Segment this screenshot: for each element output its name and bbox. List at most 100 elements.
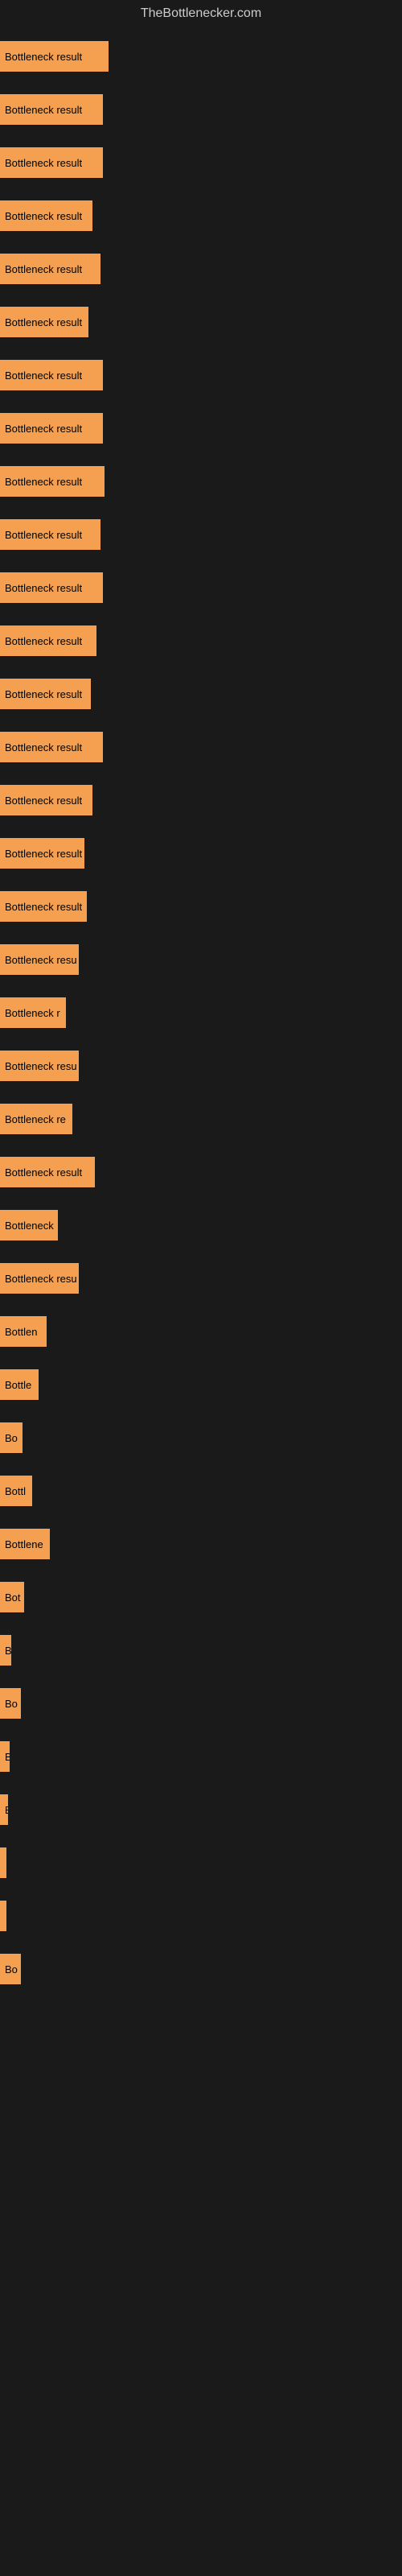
bar-gap (0, 980, 402, 992)
bar-row: Bottleneck result (0, 354, 402, 396)
bar-row (0, 1842, 402, 1884)
bar-gap (0, 1140, 402, 1151)
bar-row: Bottleneck result (0, 567, 402, 609)
bar-label: Bottleneck result (5, 316, 82, 328)
bottleneck-bar: Bottleneck result (0, 1157, 95, 1187)
bar-label: Bottleneck resu (5, 1273, 77, 1285)
bar-row: Bottleneck re (0, 1098, 402, 1140)
bottleneck-bar: Bottleneck result (0, 519, 100, 550)
bar-label: Bottleneck result (5, 369, 82, 382)
bottleneck-bar: Bottleneck result (0, 413, 103, 444)
bar-gap (0, 1884, 402, 1895)
bar-row: Bottleneck resu (0, 1257, 402, 1299)
bar-gap (0, 1618, 402, 1629)
bar-gap (0, 237, 402, 248)
bar-gap (0, 1193, 402, 1204)
bar-label: Bot (5, 1591, 21, 1604)
bar-row: Bottleneck resu (0, 1045, 402, 1087)
bar-gap (0, 555, 402, 567)
bar-gap (0, 290, 402, 301)
bottleneck-bar: Bottl (0, 1476, 32, 1506)
bottleneck-bar: B (0, 1635, 11, 1666)
bar-label: Bottleneck result (5, 741, 82, 753)
bar-row: Bottleneck result (0, 832, 402, 874)
bar-row: Bottleneck (0, 1204, 402, 1246)
bar-gap (0, 343, 402, 354)
bottleneck-bar: Bottlene (0, 1529, 50, 1559)
bar-gap (0, 1512, 402, 1523)
bar-gap (0, 1724, 402, 1736)
bar-gap (0, 927, 402, 939)
bottleneck-bar: Bo (0, 1688, 21, 1719)
bottleneck-bar: Bottleneck resu (0, 944, 79, 975)
bar-gap (0, 184, 402, 195)
bar-row: Bottlen (0, 1311, 402, 1352)
bottleneck-bar: Bottleneck result (0, 732, 103, 762)
bars-container: Bottleneck result Bottleneck result Bottle… (0, 27, 402, 2009)
bottleneck-bar: B (0, 1794, 8, 1825)
bottleneck-bar: Bottleneck result (0, 254, 100, 284)
bar-row: Bottleneck result (0, 673, 402, 715)
bar-row: B (0, 1629, 402, 1671)
bottleneck-bar: Bo (0, 1422, 23, 1453)
bottleneck-bar: Bottle (0, 1369, 39, 1400)
bar-row: Bottlene (0, 1523, 402, 1565)
bottleneck-bar (0, 1847, 6, 1878)
bar-gap (0, 130, 402, 142)
bar-gap (0, 662, 402, 673)
bar-row: Bo (0, 1682, 402, 1724)
bar-gap (0, 874, 402, 886)
bar-gap (0, 768, 402, 779)
bar-label: Bottleneck result (5, 635, 82, 647)
bottleneck-bar: Bottleneck (0, 1210, 58, 1241)
bar-gap (0, 1565, 402, 1576)
bottleneck-bar: Bo (0, 1954, 21, 1984)
bar-row: B (0, 1789, 402, 1831)
bar-label: Bottleneck result (5, 476, 82, 488)
bottleneck-bar: Bottleneck re (0, 1104, 72, 1134)
bar-row: Bottl (0, 1470, 402, 1512)
bar-label: Bottleneck result (5, 901, 82, 913)
bar-label: Bo (5, 1963, 18, 1975)
bottleneck-bar: Bottleneck result (0, 572, 103, 603)
bottleneck-bar: B (0, 1741, 10, 1772)
bar-row: Bottleneck result (0, 726, 402, 768)
bottleneck-bar: Bottleneck result (0, 147, 103, 178)
bottleneck-bar: Bottleneck result (0, 307, 88, 337)
bar-row: Bottleneck resu (0, 939, 402, 980)
bar-gap (0, 1831, 402, 1842)
bar-gap (0, 715, 402, 726)
bottleneck-bar: Bottleneck r (0, 997, 66, 1028)
bar-label: Bottleneck result (5, 104, 82, 116)
bar-label: Bottleneck result (5, 795, 82, 807)
bottleneck-bar: Bot (0, 1582, 24, 1612)
bar-label: Bottleneck result (5, 51, 82, 63)
bar-label: B (5, 1645, 11, 1657)
bottleneck-bar: Bottleneck resu (0, 1051, 79, 1081)
bar-gap (0, 1087, 402, 1098)
bar-label: Bottleneck result (5, 582, 82, 594)
bar-label: Bottleneck resu (5, 954, 77, 966)
bottleneck-bar: Bottlen (0, 1316, 47, 1347)
bar-row: Bottleneck result (0, 142, 402, 184)
bar-gap (0, 1937, 402, 1948)
bar-gap (0, 449, 402, 460)
bottleneck-bar: Bottleneck result (0, 785, 92, 815)
bottleneck-bar: Bottleneck result (0, 891, 87, 922)
bar-label: Bottleneck result (5, 263, 82, 275)
bar-label: Bottleneck result (5, 848, 82, 860)
bar-row: Bottleneck result (0, 248, 402, 290)
bar-gap (0, 821, 402, 832)
bar-gap (0, 77, 402, 89)
bottleneck-bar: Bottleneck result (0, 360, 103, 390)
bar-label: Bottleneck re (5, 1113, 66, 1125)
bar-gap (0, 502, 402, 514)
bar-label: Bottleneck r (5, 1007, 60, 1019)
bottleneck-bar: Bottleneck resu (0, 1263, 79, 1294)
bar-label: Bottleneck result (5, 688, 82, 700)
bar-gap (0, 1246, 402, 1257)
bar-label: B (5, 1804, 8, 1816)
bar-row: Bot (0, 1576, 402, 1618)
bar-row: Bottleneck result (0, 886, 402, 927)
bar-label: Bottlene (5, 1538, 43, 1550)
